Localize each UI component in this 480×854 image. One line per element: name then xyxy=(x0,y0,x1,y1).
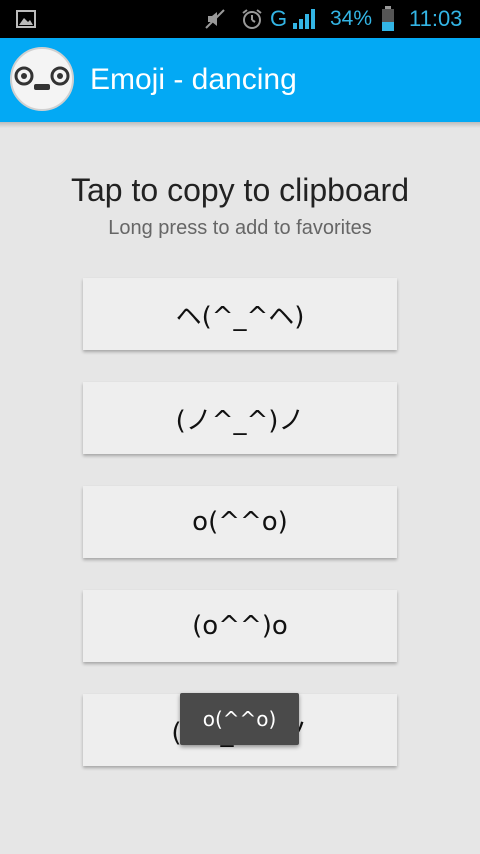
action-bar-shadow xyxy=(0,122,480,128)
gallery-icon xyxy=(16,0,36,38)
network-type: G xyxy=(270,6,288,31)
copied-toast: o(^^o) xyxy=(180,693,299,745)
alarm-icon xyxy=(240,0,264,38)
signal-icon xyxy=(291,0,319,38)
status-bar: G 34% 11:03 xyxy=(0,0,480,38)
battery-percent: 34% xyxy=(330,7,373,30)
page-heading: Tap to copy to clipboard xyxy=(71,172,409,208)
mute-icon xyxy=(203,0,227,38)
emoji-face-icon[interactable] xyxy=(9,46,75,112)
app-title: Emoji - dancing xyxy=(90,63,297,96)
emoji-button[interactable]: o(^^o) xyxy=(83,486,397,558)
action-bar: Emoji - dancing xyxy=(0,38,480,122)
battery-icon xyxy=(381,0,395,38)
clock: 11:03 xyxy=(409,6,463,31)
emoji-button[interactable]: (o^^)o xyxy=(83,590,397,662)
page-subheading: Long press to add to favorites xyxy=(108,217,372,239)
emoji-button[interactable]: (ノ^_^)ノ xyxy=(83,382,397,454)
emoji-button[interactable]: ヘ(^_^ヘ) xyxy=(83,278,397,350)
